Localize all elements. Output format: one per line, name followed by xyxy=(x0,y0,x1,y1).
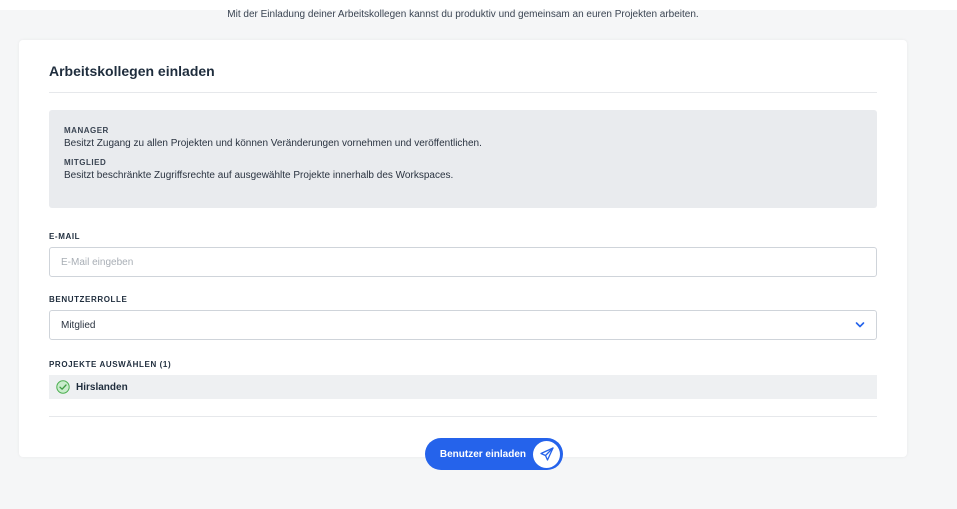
chevron-down-icon xyxy=(855,321,865,329)
divider-top xyxy=(49,92,877,93)
role-description: Besitzt Zugang zu allen Projekten und kö… xyxy=(64,138,482,149)
invite-user-button[interactable]: Benutzer einladen xyxy=(425,438,563,470)
divider-bottom xyxy=(49,416,877,417)
roles-info-box: MANAGER Besitzt Zugang zu allen Projekte… xyxy=(49,110,877,208)
invite-card: Arbeitskollegen einladen MANAGER Besitzt… xyxy=(19,40,907,457)
intro-text: Mit der Einladung deiner Arbeitskollegen… xyxy=(227,9,699,20)
invite-button-label: Benutzer einladen xyxy=(439,448,526,460)
check-circle-icon xyxy=(56,380,70,394)
project-item[interactable]: Hirslanden xyxy=(49,375,877,399)
user-role-value: Mitglied xyxy=(61,319,96,331)
email-label: E-MAIL xyxy=(49,232,81,241)
role-description: Besitzt beschränkte Zugriffsrechte auf a… xyxy=(64,170,454,181)
role-info-manager: MANAGER Besitzt Zugang zu allen Projekte… xyxy=(64,126,862,149)
project-name: Hirslanden xyxy=(76,381,128,393)
user-role-label: BENUTZERROLLE xyxy=(49,295,128,304)
projects-label: PROJEKTE AUSWÄHLEN (1) xyxy=(49,360,172,369)
role-title: MANAGER xyxy=(64,126,109,135)
user-role-select[interactable]: Mitglied xyxy=(49,310,877,340)
role-title: MITGLIED xyxy=(64,158,107,167)
role-info-member: MITGLIED Besitzt beschränkte Zugriffsrec… xyxy=(64,158,862,181)
card-title: Arbeitskollegen einladen xyxy=(49,63,215,79)
paper-plane-icon xyxy=(533,440,560,468)
email-input[interactable] xyxy=(49,247,877,277)
